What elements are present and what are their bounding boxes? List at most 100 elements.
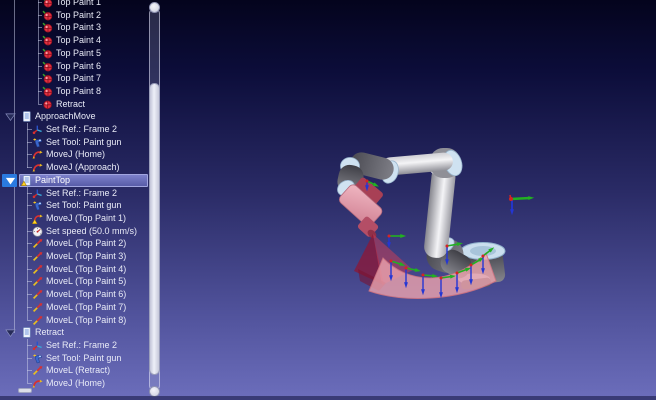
target-paint-icon [42, 86, 53, 97]
reference-frame-axes[interactable] [509, 195, 534, 215]
settool-icon [32, 353, 43, 364]
tree-item-movel-top-paint-3-instruction[interactable]: MoveL (Top Paint 3) [0, 250, 148, 263]
tree-item-label: MoveL (Top Paint 8) [46, 314, 126, 327]
movej-icon [32, 378, 43, 389]
tree-horizontal-scrollbar[interactable] [18, 388, 32, 393]
target-icon [42, 99, 53, 110]
tree-item-label: ApproachMove [35, 110, 96, 123]
tree-item-top-paint-5[interactable]: Top Paint 5 [0, 47, 148, 60]
tree-item-label: MoveL (Top Paint 2) [46, 237, 126, 250]
tree-item-label: Top Paint 2 [56, 9, 101, 22]
tree-item-label: Top Paint 1 [56, 0, 101, 9]
movej-icon [32, 149, 43, 160]
tree-item-label: Set Ref.: Frame 2 [46, 339, 117, 352]
scrollbar-thumb[interactable] [149, 83, 160, 375]
tree-item-movel-top-paint-7-instruction[interactable]: MoveL (Top Paint 7) [0, 301, 148, 314]
movel-icon [32, 264, 43, 275]
target-paint-icon [42, 61, 53, 72]
tree-item-movej-approach-instruction[interactable]: MoveJ (Approach) [0, 161, 148, 174]
tree-item-label: MoveJ (Top Paint 1) [46, 212, 126, 225]
tree-item-label: Top Paint 5 [56, 47, 101, 60]
tree-item-painttop[interactable]: PaintTop [0, 174, 148, 187]
robot-simulation-window: Top Paint 1Top Paint 2Top Paint 3Top Pai… [0, 0, 656, 400]
movel-icon [32, 251, 43, 262]
tree-item-retract[interactable]: Retract [0, 326, 148, 339]
target-paint-icon [42, 35, 53, 46]
tree-item-label: MoveJ (Home) [46, 377, 105, 390]
tree-item-movel-top-paint-8-instruction[interactable]: MoveL (Top Paint 8) [0, 314, 148, 327]
target-paint-icon [42, 0, 53, 8]
tree-item-label: Set Tool: Paint gun [46, 352, 121, 365]
tree-item-label: Retract [56, 98, 85, 111]
movel-icon [32, 302, 43, 313]
tree-item-label: MoveL (Top Paint 7) [46, 301, 126, 314]
target-paint-icon [42, 10, 53, 21]
setref-icon [32, 340, 43, 351]
tree-item-movel-retract-instruction[interactable]: MoveL (Retract) [0, 364, 148, 377]
settool-icon [32, 200, 43, 211]
tree-item-label: PaintTop [35, 174, 70, 187]
tree-item-label: Top Paint 7 [56, 72, 101, 85]
movel-icon [32, 315, 43, 326]
tree-item-set-tool-paint-gun-instruction[interactable]: Set Tool: Paint gun [0, 352, 148, 365]
tree-item-approachmove[interactable]: ApproachMove [0, 110, 148, 123]
tree-item-label: Set Ref.: Frame 2 [46, 123, 117, 136]
tree-item-set-tool-paint-gun-instruction[interactable]: Set Tool: Paint gun [0, 136, 148, 149]
tree-item-top-paint-8[interactable]: Top Paint 8 [0, 85, 148, 98]
station-tree: Top Paint 1Top Paint 2Top Paint 3Top Pai… [0, 0, 162, 400]
tree-item-label: MoveL (Top Paint 3) [46, 250, 126, 263]
tree-item-label: Set speed (50.0 mm/s) [46, 225, 137, 238]
tree-item-label: Top Paint 6 [56, 60, 101, 73]
tree-item-set-speed-50-0-mm-s-instruction[interactable]: Set speed (50.0 mm/s) [0, 225, 148, 238]
settool-icon [32, 137, 43, 148]
tree-item-top-paint-6[interactable]: Top Paint 6 [0, 60, 148, 73]
tree-item-label: Set Ref.: Frame 2 [46, 187, 117, 200]
tree-item-set-ref-frame-2-instruction[interactable]: Set Ref.: Frame 2 [0, 123, 148, 136]
tree-item-movel-top-paint-5-instruction[interactable]: MoveL (Top Paint 5) [0, 275, 148, 288]
tree-item-retract[interactable]: Retract [0, 98, 148, 111]
target-paint-icon [42, 48, 53, 59]
tree-item-set-ref-frame-2-instruction[interactable]: Set Ref.: Frame 2 [0, 339, 148, 352]
tree-item-set-ref-frame-2-instruction[interactable]: Set Ref.: Frame 2 [0, 187, 148, 200]
tree-item-movel-top-paint-2-instruction[interactable]: MoveL (Top Paint 2) [0, 237, 148, 250]
tree-item-label: Set Tool: Paint gun [46, 136, 121, 149]
tree-item-top-paint-3[interactable]: Top Paint 3 [0, 21, 148, 34]
window-bottom-edge [0, 396, 656, 400]
tree-item-top-paint-7[interactable]: Top Paint 7 [0, 72, 148, 85]
tree-item-label: Top Paint 3 [56, 21, 101, 34]
tree-item-movej-top-paint-1-instruction[interactable]: MoveJ (Top Paint 1) [0, 212, 148, 225]
tree-item-label: Top Paint 8 [56, 85, 101, 98]
tree-item-label: MoveL (Retract) [46, 364, 110, 377]
scroll-up-button[interactable] [149, 2, 160, 13]
tree-item-label: Retract [35, 326, 64, 339]
tree-item-movel-top-paint-6-instruction[interactable]: MoveL (Top Paint 6) [0, 288, 148, 301]
movej-icon [32, 162, 43, 173]
program-icon [21, 111, 32, 122]
movel-icon [32, 238, 43, 249]
program-icon [21, 327, 32, 338]
movej-warn-icon [32, 213, 43, 224]
tree-item-top-paint-4[interactable]: Top Paint 4 [0, 34, 148, 47]
tree-item-top-paint-2[interactable]: Top Paint 2 [0, 9, 148, 22]
movel-icon [32, 365, 43, 376]
tree-item-label: MoveL (Top Paint 4) [46, 263, 126, 276]
tree-item-label: MoveL (Top Paint 6) [46, 288, 126, 301]
tree-item-top-paint-1[interactable]: Top Paint 1 [0, 0, 148, 9]
collapse-triangle-icon[interactable] [5, 175, 16, 186]
tree-item-label: Set Tool: Paint gun [46, 199, 121, 212]
movel-icon [32, 276, 43, 287]
tree-vertical-scrollbar[interactable] [148, 0, 162, 400]
setref-icon [32, 188, 43, 199]
setref-icon [32, 124, 43, 135]
tree-item-label: MoveL (Top Paint 5) [46, 275, 126, 288]
tree-item-set-tool-paint-gun-instruction[interactable]: Set Tool: Paint gun [0, 199, 148, 212]
target-frame[interactable] [387, 234, 406, 248]
target-paint-icon [42, 73, 53, 84]
tree-item-movej-home-instruction[interactable]: MoveJ (Home) [0, 148, 148, 161]
tree-item-movel-top-paint-4-instruction[interactable]: MoveL (Top Paint 4) [0, 263, 148, 276]
program-warn-icon [21, 175, 32, 186]
speed-icon [32, 226, 43, 237]
tree-item-label: Top Paint 4 [56, 34, 101, 47]
collapse-triangle-icon[interactable] [5, 327, 16, 338]
collapse-triangle-icon[interactable] [5, 111, 16, 122]
